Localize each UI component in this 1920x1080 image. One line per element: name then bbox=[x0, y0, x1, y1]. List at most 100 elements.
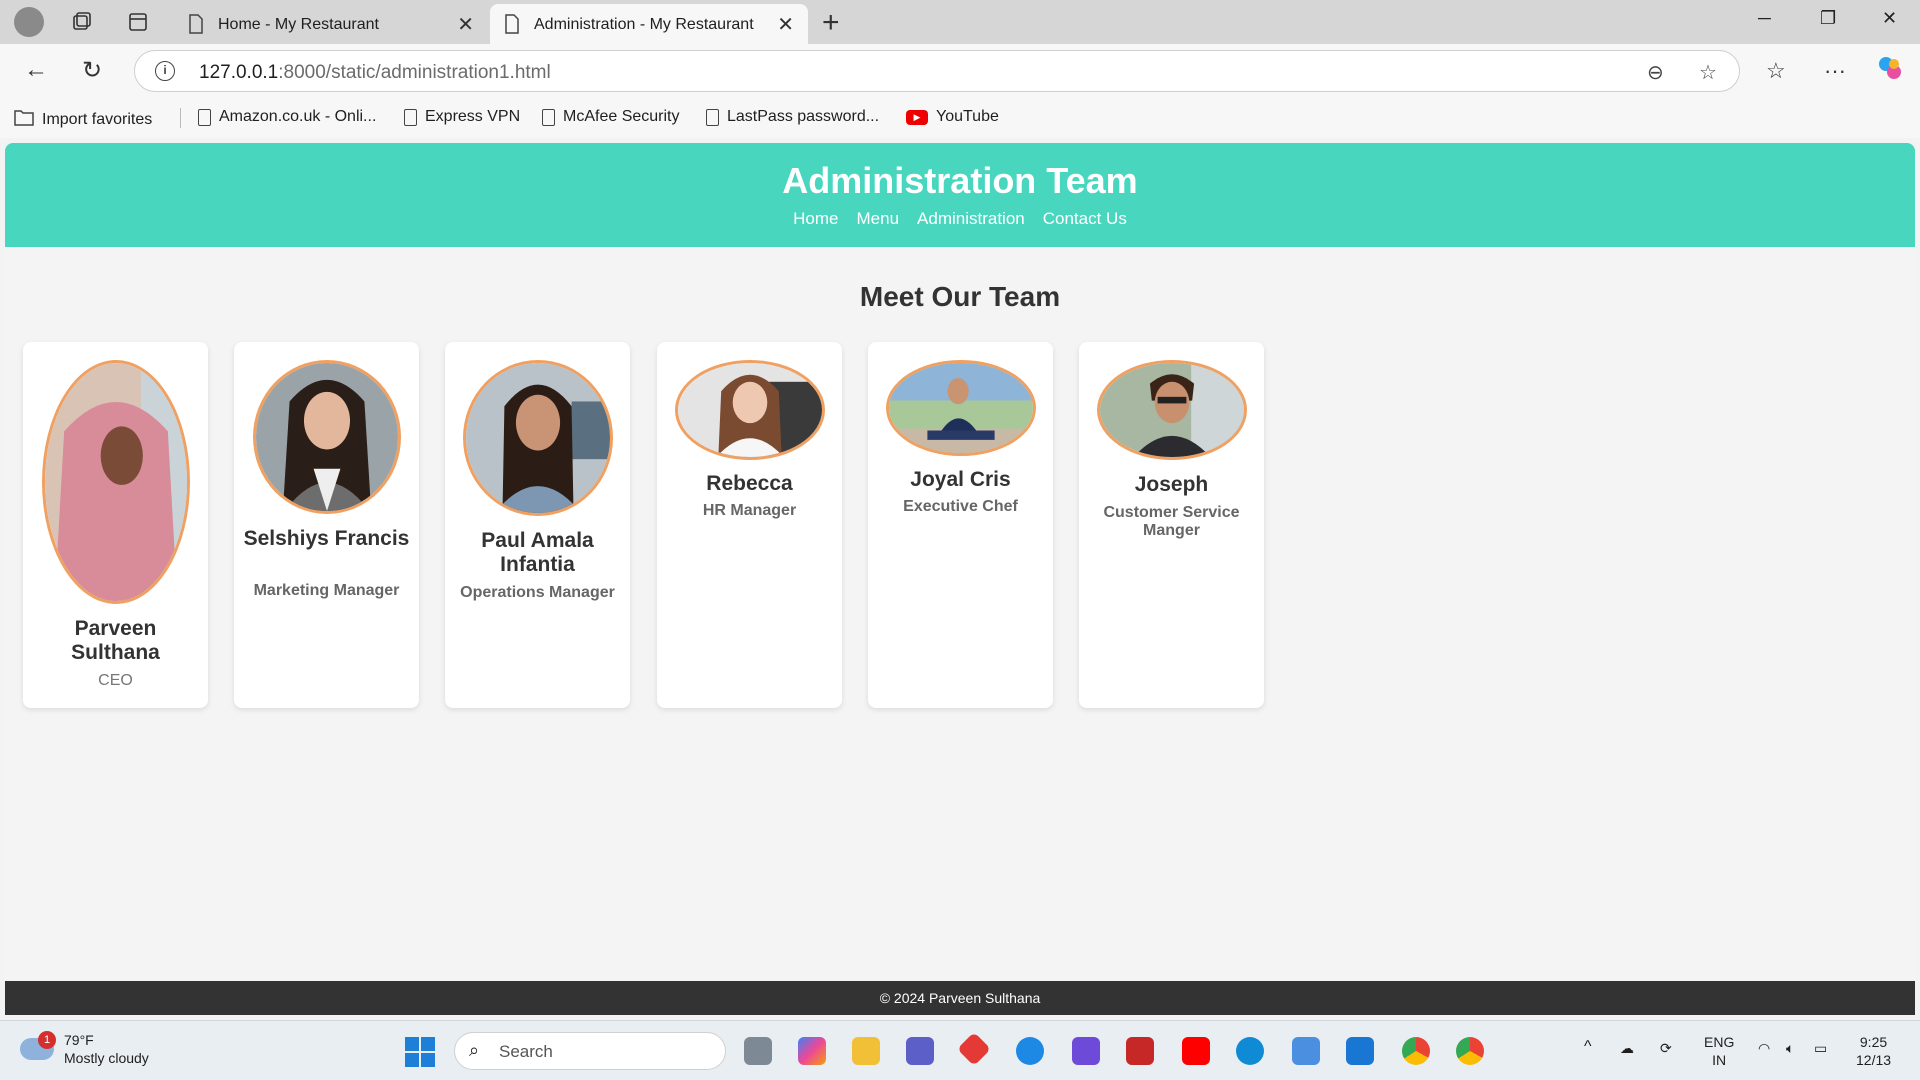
member-name: Parveen Sulthana bbox=[71, 617, 160, 665]
copilot-icon[interactable] bbox=[1876, 54, 1904, 88]
import-icon bbox=[14, 108, 34, 131]
site-header: Administration Team Home Menu Administra… bbox=[5, 143, 1915, 247]
tab-actions-icon[interactable] bbox=[124, 8, 152, 36]
address-bar: ← ↻ i 127.0.0.1:8000/static/administrati… bbox=[0, 44, 1920, 98]
site-info-icon[interactable]: i bbox=[155, 61, 175, 81]
help-icon[interactable] bbox=[1016, 1037, 1044, 1065]
restore-icon[interactable]: ❐ bbox=[1820, 8, 1836, 29]
back-icon[interactable]: ← bbox=[24, 56, 48, 84]
member-name: Joyal Cris bbox=[910, 468, 1011, 491]
taskbar: 79°F Mostly cloudy 1 ⌕ Search ^ ☁ ⟳ ENG … bbox=[0, 1020, 1920, 1080]
store-icon[interactable] bbox=[1292, 1037, 1320, 1065]
bookmark-label: Import favorites bbox=[42, 110, 153, 128]
wifi-icon[interactable]: ◠ bbox=[1758, 1039, 1770, 1057]
team-photo bbox=[674, 360, 825, 460]
show-hidden-icons[interactable]: ^ bbox=[1584, 1037, 1592, 1058]
tab-bar: Home - My Restaurant ✕ Administration - … bbox=[0, 0, 1920, 44]
app-diamond-icon[interactable] bbox=[957, 1032, 991, 1066]
bookmark-divider bbox=[180, 108, 181, 128]
team-card: Rebecca HR Manager bbox=[657, 342, 842, 708]
bookmark-amazon[interactable]: Amazon.co.uk - Onli... bbox=[198, 108, 376, 126]
page-icon bbox=[706, 108, 719, 126]
search-placeholder: Search bbox=[499, 1042, 553, 1061]
task-view-icon[interactable] bbox=[744, 1037, 772, 1065]
page-icon bbox=[188, 14, 204, 39]
bookmarks-bar: Import favorites Amazon.co.uk - Onli... … bbox=[0, 98, 1920, 138]
bookmark-label: Amazon.co.uk - Onli... bbox=[219, 108, 377, 125]
zoom-icon[interactable]: ⊖ bbox=[1647, 60, 1664, 85]
weather-condition: Mostly cloudy bbox=[64, 1050, 149, 1067]
teams-icon[interactable] bbox=[906, 1037, 934, 1065]
tab-administration[interactable]: Administration - My Restaurant ✕ bbox=[490, 4, 808, 44]
tab-title: Administration - My Restaurant bbox=[534, 16, 754, 33]
url-text: 127.0.0.1:8000/static/administration1.ht… bbox=[199, 62, 551, 84]
onedrive-icon[interactable]: ☁ bbox=[1620, 1039, 1634, 1057]
member-name: Paul Amala Infantia bbox=[481, 529, 594, 577]
team-card: Paul Amala Infantia Operations Manager bbox=[445, 342, 630, 708]
reload-icon[interactable]: ↻ bbox=[82, 56, 102, 85]
file-explorer-icon[interactable] bbox=[852, 1037, 880, 1065]
volume-icon[interactable]: 🔈︎ bbox=[1786, 1039, 1794, 1057]
page-icon bbox=[504, 14, 520, 39]
favorite-star-icon[interactable]: ☆ bbox=[1699, 60, 1717, 85]
date: 12/13 bbox=[1856, 1052, 1892, 1069]
close-window-icon[interactable]: ✕ bbox=[1882, 8, 1897, 29]
taskbar-search[interactable]: ⌕ Search bbox=[454, 1032, 726, 1070]
new-tab-button[interactable]: + bbox=[822, 6, 840, 40]
start-button[interactable] bbox=[405, 1037, 435, 1067]
team-card: Joseph Customer Service Manger bbox=[1079, 342, 1264, 708]
copilot-app-icon[interactable] bbox=[798, 1037, 826, 1065]
nav-home-link[interactable]: Home bbox=[793, 209, 838, 229]
nav-menu-link[interactable]: Menu bbox=[857, 209, 900, 229]
bookmark-mcafee[interactable]: McAfee Security bbox=[542, 108, 679, 126]
team-card: Selshiys Francis Marketing Manager bbox=[234, 342, 419, 708]
web-page: Administration Team Home Menu Administra… bbox=[5, 143, 1915, 1015]
bookmark-youtube[interactable]: ▶ YouTube bbox=[906, 108, 999, 126]
close-tab-icon[interactable]: ✕ bbox=[457, 12, 474, 37]
team-photo bbox=[1096, 360, 1247, 460]
page-icon bbox=[198, 108, 211, 126]
member-name: Selshiys Francis bbox=[243, 527, 410, 550]
url-field[interactable]: i 127.0.0.1:8000/static/administration1.… bbox=[134, 50, 1740, 92]
url-path: :8000/static/administration1.html bbox=[278, 62, 551, 83]
member-role: CEO bbox=[98, 672, 133, 689]
section-title: Meet Our Team bbox=[859, 281, 1061, 312]
workspaces-icon[interactable] bbox=[68, 8, 96, 36]
youtube-icon: ▶ bbox=[906, 109, 928, 125]
media-app-icon[interactable] bbox=[1072, 1037, 1100, 1065]
tab-home[interactable]: Home - My Restaurant ✕ bbox=[174, 4, 488, 44]
member-role: Executive Chef bbox=[903, 498, 1018, 515]
chrome-icon[interactable] bbox=[1456, 1037, 1484, 1065]
close-tab-icon[interactable]: ✕ bbox=[777, 12, 794, 37]
bookmark-label: LastPass password... bbox=[727, 108, 880, 125]
nav-administration-link[interactable]: Administration bbox=[917, 209, 1025, 229]
bookmark-lastpass[interactable]: LastPass password... bbox=[706, 108, 879, 126]
minimize-icon[interactable]: ─ bbox=[1758, 8, 1771, 29]
vscode-icon[interactable] bbox=[1346, 1037, 1374, 1065]
mcafee-icon[interactable] bbox=[1126, 1037, 1154, 1065]
language-indicator[interactable]: ENG IN bbox=[1704, 1033, 1734, 1069]
favorites-icon[interactable]: ☆ bbox=[1766, 58, 1786, 84]
tab-title: Home - My Restaurant bbox=[218, 16, 379, 33]
search-icon: ⌕ bbox=[469, 1040, 480, 1060]
team-card: Joyal Cris Executive Chef bbox=[868, 342, 1053, 708]
member-role: Marketing Manager bbox=[253, 582, 400, 599]
nav-contact-link[interactable]: Contact Us bbox=[1043, 209, 1127, 229]
bookmark-express-vpn[interactable]: Express VPN bbox=[404, 108, 520, 126]
edge-icon[interactable] bbox=[1236, 1037, 1264, 1065]
site-footer: © 2024 Parveen Sulthana bbox=[5, 981, 1915, 1015]
more-options-icon[interactable]: ··· bbox=[1824, 58, 1846, 84]
bookmark-import-favorites[interactable]: Import favorites bbox=[14, 108, 152, 131]
chrome-icon[interactable] bbox=[1402, 1037, 1430, 1065]
sync-icon[interactable]: ⟳ bbox=[1660, 1039, 1672, 1057]
team-photo bbox=[885, 360, 1036, 456]
profile-icon[interactable] bbox=[14, 7, 44, 37]
team-card: Parveen Sulthana CEO bbox=[23, 342, 208, 708]
team-photo bbox=[41, 360, 190, 604]
youtube-app-icon[interactable] bbox=[1182, 1037, 1210, 1065]
url-host: 127.0.0.1 bbox=[199, 62, 279, 83]
weather-text: 79°F Mostly cloudy bbox=[64, 1031, 149, 1067]
time: 9:25 bbox=[1859, 1034, 1888, 1050]
battery-icon[interactable]: ▭ bbox=[1814, 1039, 1827, 1057]
clock[interactable]: 9:25 12/13 bbox=[1856, 1033, 1891, 1069]
